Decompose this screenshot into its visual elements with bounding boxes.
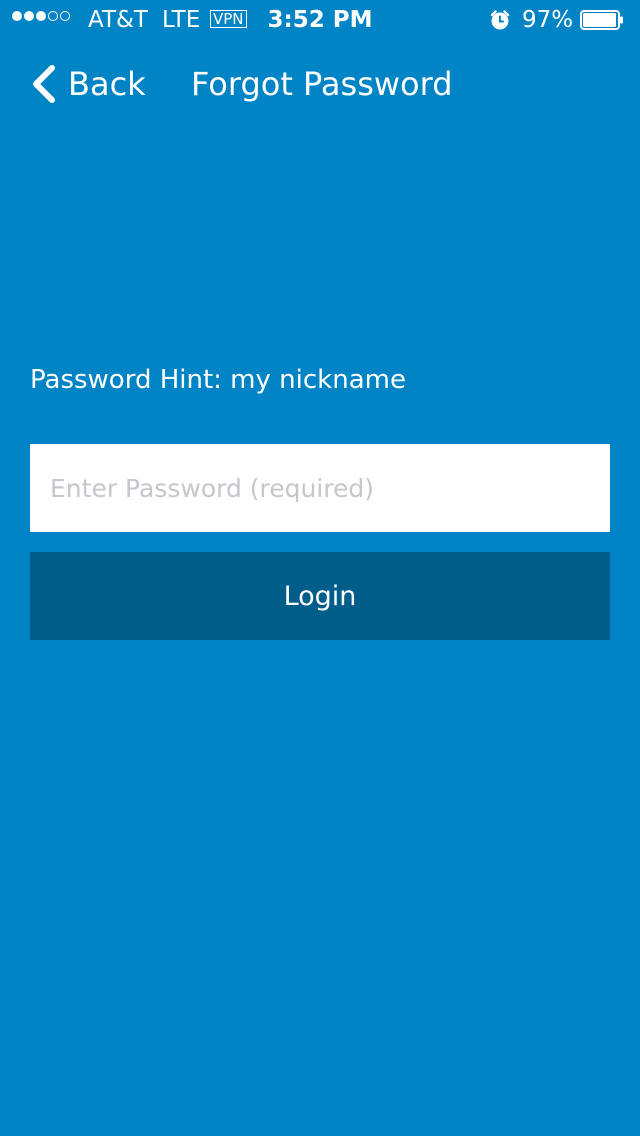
status-bar: AT&T LTE VPN 3:52 PM 97% [0,0,640,40]
back-button[interactable]: Back [30,62,146,106]
password-hint: Password Hint: my nickname [30,365,406,395]
back-label: Back [68,65,146,103]
battery-percentage: 97% [522,7,574,33]
battery-icon [580,10,623,30]
page-title: Forgot Password [191,65,453,103]
login-button[interactable]: Login [30,552,610,640]
alarm-clock-icon [490,10,510,30]
chevron-left-icon [33,65,55,103]
navigation-bar: Back Forgot Password [0,40,640,128]
password-input[interactable] [30,444,610,532]
